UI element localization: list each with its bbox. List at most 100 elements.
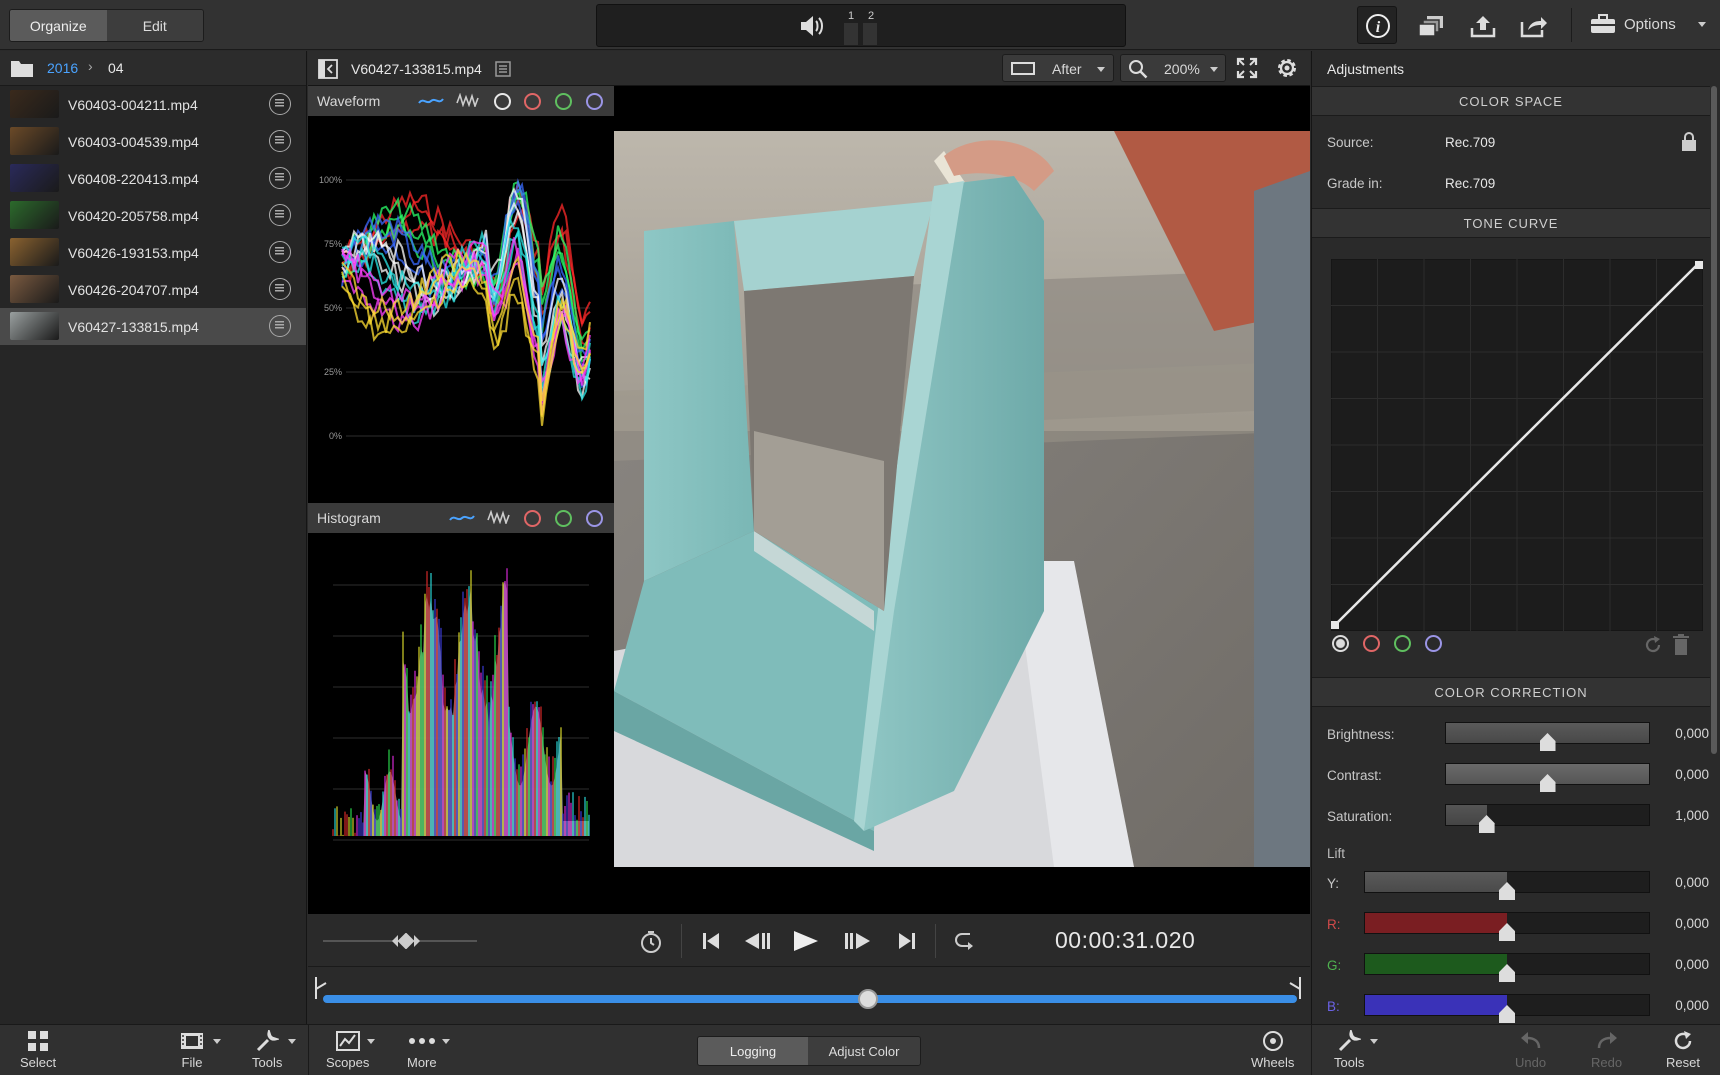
saturation-slider[interactable] — [1445, 804, 1650, 833]
select-button[interactable]: Select — [20, 1030, 56, 1070]
file-menu-button[interactable]: File — [180, 1030, 204, 1070]
file-list-item[interactable]: V60420-205758.mp4 — [0, 197, 306, 234]
reset-curve-icon[interactable] — [1643, 635, 1663, 655]
red-channel-toggle[interactable] — [524, 93, 541, 110]
green-channel-toggle[interactable] — [555, 93, 572, 110]
scopes-menu-button[interactable]: Scopes — [326, 1030, 369, 1070]
timer-icon[interactable] — [640, 930, 662, 954]
color-correction-header[interactable]: COLOR CORRECTION — [1312, 677, 1710, 707]
file-name: V60403-004211.mp4 — [68, 96, 198, 113]
file-list-item[interactable]: V60427-133815.mp4 — [0, 308, 306, 345]
color-space-header[interactable]: COLOR SPACE — [1312, 86, 1710, 116]
panel-scrollbar[interactable] — [1711, 86, 1717, 754]
skip-to-end-icon[interactable] — [897, 931, 917, 951]
histogram-parade-icon[interactable] — [487, 510, 511, 524]
file-list-item[interactable]: V60403-004539.mp4 — [0, 123, 306, 160]
play-icon[interactable] — [791, 929, 821, 953]
chevron-down-icon — [213, 1039, 221, 1044]
blue-channel-toggle[interactable] — [586, 93, 603, 110]
timeline-scrubber[interactable] — [323, 995, 1297, 1003]
red-channel-toggle[interactable] — [524, 510, 541, 527]
video-frame[interactable] — [614, 131, 1310, 867]
step-forward-icon[interactable] — [844, 931, 872, 951]
zoom-dropdown[interactable]: 200% — [1120, 54, 1226, 82]
edit-tab[interactable]: Edit — [106, 10, 203, 41]
info-button[interactable]: i — [1357, 6, 1397, 44]
skip-to-start-icon[interactable] — [701, 931, 721, 951]
contrast-value[interactable]: 0,000 — [1662, 767, 1709, 782]
compare-mode-dropdown[interactable]: After — [1002, 54, 1114, 82]
curve-blue-channel[interactable] — [1425, 635, 1442, 652]
grade-in-value[interactable]: Rec.709 — [1445, 176, 1495, 191]
file-list-item[interactable]: V60408-220413.mp4 — [0, 160, 306, 197]
breadcrumb-month[interactable]: 04 — [108, 60, 124, 76]
file-list-item[interactable]: V60403-004211.mp4 — [0, 86, 306, 123]
adjust-color-tab[interactable]: Adjust Color — [808, 1037, 920, 1065]
metadata-badge-icon[interactable] — [269, 278, 291, 300]
brightness-slider[interactable] — [1445, 722, 1650, 751]
options-menu[interactable]: Options — [1590, 14, 1706, 34]
waveform-parade-icon[interactable] — [456, 93, 480, 107]
curve-luma-channel[interactable] — [1332, 635, 1349, 652]
lift-y-value[interactable]: 0,000 — [1662, 875, 1709, 890]
waveform-overlay-icon[interactable] — [418, 95, 444, 107]
curve-green-channel[interactable] — [1394, 635, 1411, 652]
collapse-panel-icon[interactable] — [318, 59, 338, 79]
metadata-badge-icon[interactable] — [269, 93, 291, 115]
loop-icon[interactable] — [954, 932, 978, 950]
green-channel-toggle[interactable] — [555, 510, 572, 527]
curve-red-channel[interactable] — [1363, 635, 1380, 652]
reset-button[interactable]: Reset — [1666, 1030, 1700, 1070]
organize-tab[interactable]: Organize — [10, 10, 107, 41]
lift-b-slider[interactable] — [1364, 994, 1650, 1023]
export-button[interactable] — [1465, 8, 1501, 44]
more-dots-icon — [408, 1038, 435, 1044]
lift-b-value[interactable]: 0,000 — [1662, 998, 1709, 1013]
clip-filename: V60427-133815.mp4 — [351, 61, 482, 77]
metadata-icon[interactable] — [495, 61, 511, 77]
folder-icon[interactable] — [10, 59, 34, 78]
lift-g-value[interactable]: 0,000 — [1662, 957, 1709, 972]
copy-button[interactable] — [1414, 8, 1450, 44]
share-button[interactable] — [1516, 8, 1552, 44]
fullscreen-icon[interactable] — [1236, 57, 1258, 79]
blue-channel-toggle[interactable] — [586, 510, 603, 527]
undo-button[interactable]: Undo — [1515, 1030, 1546, 1070]
metadata-badge-icon[interactable] — [269, 315, 291, 337]
luma-channel-toggle[interactable] — [494, 93, 511, 110]
breadcrumb-year[interactable]: 2016 — [47, 60, 78, 76]
file-list-item[interactable]: V60426-204707.mp4 — [0, 271, 306, 308]
histogram-overlay-icon[interactable] — [449, 512, 475, 524]
lift-r-value[interactable]: 0,000 — [1662, 916, 1709, 931]
saturation-value[interactable]: 1,000 — [1662, 808, 1709, 823]
speaker-icon[interactable] — [799, 15, 825, 37]
more-menu-button[interactable]: More — [407, 1030, 437, 1070]
lift-r-slider[interactable] — [1364, 912, 1650, 941]
metadata-badge-icon[interactable] — [269, 167, 291, 189]
gear-icon[interactable] — [1274, 55, 1300, 81]
trash-icon[interactable] — [1672, 634, 1690, 656]
contrast-slider[interactable] — [1445, 763, 1650, 792]
tools-menu-button[interactable]: Tools — [252, 1030, 282, 1070]
metadata-badge-icon[interactable] — [269, 130, 291, 152]
curve-point[interactable] — [1695, 261, 1703, 269]
tone-curve-graph[interactable] — [1331, 259, 1703, 631]
tone-curve-header[interactable]: TONE CURVE — [1312, 208, 1710, 238]
metadata-badge-icon[interactable] — [269, 204, 291, 226]
metadata-badge-icon[interactable] — [269, 241, 291, 263]
lift-g-slider[interactable] — [1364, 953, 1650, 982]
step-back-icon[interactable] — [743, 931, 771, 951]
jog-handle-icon[interactable] — [392, 933, 420, 949]
tools-right-button[interactable]: Tools — [1334, 1030, 1364, 1070]
logging-tab[interactable]: Logging — [698, 1037, 808, 1065]
file-list-item[interactable]: V60426-193153.mp4 — [0, 234, 306, 271]
lock-icon[interactable] — [1681, 132, 1697, 152]
bottom-toolbar: Select File Tools Scopes More Logging Ad… — [0, 1024, 1720, 1075]
lift-y-slider[interactable] — [1364, 871, 1650, 900]
playhead-handle[interactable] — [858, 989, 879, 1009]
wheels-button[interactable]: Wheels — [1251, 1030, 1294, 1070]
redo-button[interactable]: Redo — [1591, 1030, 1622, 1070]
brightness-value[interactable]: 0,000 — [1662, 726, 1709, 741]
curve-point[interactable] — [1331, 621, 1339, 629]
waveform-tick-label: 100% — [319, 175, 342, 185]
